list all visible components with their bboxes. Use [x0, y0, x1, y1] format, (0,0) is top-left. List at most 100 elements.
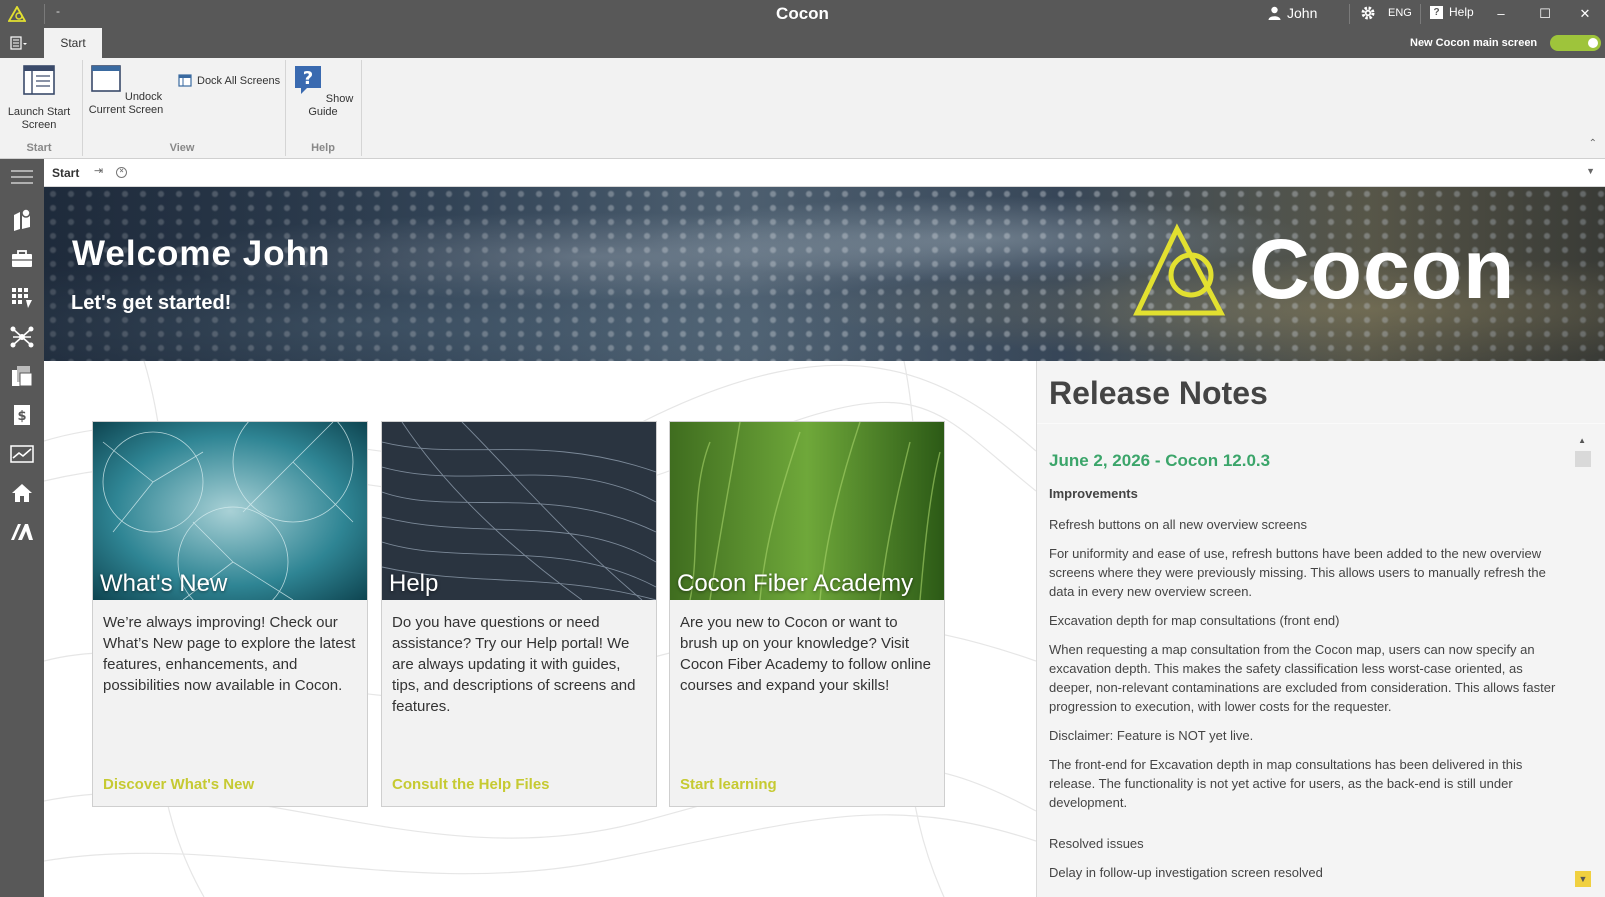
note-disclaimer: Disclaimer: Feature is NOT yet live. — [1049, 728, 1254, 743]
title-separator — [1349, 4, 1350, 24]
dock-all-screens-button[interactable]: Dock All Screens — [178, 74, 280, 87]
welcome-banner: Welcome John Let's get started! Cocon — [44, 187, 1605, 361]
card-description: Do you have questions or need assistance… — [392, 614, 636, 715]
dock-all-screens-label: Dock All Screens — [197, 74, 281, 87]
heading-divider — [1037, 423, 1605, 424]
note-item-title: Refresh buttons on all new overview scre… — [1049, 517, 1307, 532]
finance-icon[interactable]: $ — [10, 403, 34, 427]
whats-new-photo: What's New — [93, 422, 367, 600]
cocon-brand-logo-icon — [1133, 223, 1226, 316]
collapse-ribbon-icon[interactable]: ⌃ — [1589, 138, 1597, 149]
card-help: Help Do you have questions or need assis… — [381, 421, 657, 807]
map-icon[interactable] — [10, 207, 34, 231]
dock-screens-icon — [178, 74, 192, 87]
document-tab-strip: Start ⇥ × ▼ — [44, 159, 1605, 187]
svg-text:?: ? — [302, 68, 312, 89]
scroll-up-icon[interactable]: ▲ — [1578, 436, 1586, 445]
undock-screen-icon — [91, 65, 121, 92]
new-main-screen-label: New Cocon main screen — [1410, 37, 1538, 49]
cocon-apps-icon[interactable] — [10, 520, 34, 544]
launch-start-screen-label: Launch Start Screen — [7, 106, 71, 131]
user-menu[interactable]: John — [1268, 5, 1317, 21]
show-guide-label: Show Guide — [308, 93, 354, 118]
show-guide-button[interactable]: ? Show Guide — [290, 64, 356, 119]
undock-current-screen-button[interactable]: Undock Current Screen — [86, 64, 166, 117]
academy-photo: Cocon Fiber Academy — [670, 422, 944, 600]
ribbon-group-separator — [82, 60, 83, 156]
note-item-text: For uniformity and ease of use, refresh … — [1049, 546, 1546, 599]
close-tab-icon[interactable]: × — [116, 167, 127, 178]
language-selector[interactable]: ENG — [1388, 7, 1412, 19]
note-item-text: The front-end for Excavation depth in ma… — [1049, 757, 1523, 810]
minimize-button[interactable]: – — [1484, 4, 1518, 24]
close-button[interactable]: ✕ — [1568, 4, 1602, 24]
start-content: What's New We’re always improving! Check… — [44, 361, 1036, 897]
title-separator — [44, 4, 45, 24]
improvements-title: Improvements — [1049, 486, 1138, 501]
release-notes-panel: Release Notes June 2, 2026 - Cocon 12.0.… — [1036, 361, 1605, 897]
card-title: Cocon Fiber Academy — [677, 570, 914, 597]
home-icon[interactable] — [10, 481, 34, 505]
pin-icon[interactable]: ⇥ — [94, 164, 103, 177]
network-icon[interactable] — [10, 325, 34, 349]
card-description: We’re always improving! Check our What’s… — [103, 614, 356, 694]
note-item-text: When requesting a map consultation from … — [1049, 642, 1556, 714]
scroll-down-icon[interactable]: ▼ — [1575, 871, 1591, 887]
title-dash: - — [56, 4, 60, 18]
new-main-screen-toggle[interactable] — [1550, 35, 1601, 51]
show-guide-icon: ? — [294, 66, 321, 94]
title-bar: - Cocon John ENG ? Help – ☐ ✕ — [0, 0, 1605, 28]
welcome-heading: Welcome John — [72, 234, 331, 273]
welcome-subtitle: Let's get started! — [71, 292, 232, 314]
note-item-title: Delay in follow-up investigation screen … — [1049, 865, 1323, 880]
hamburger-menu-icon[interactable] — [10, 165, 34, 189]
cocon-logo-icon[interactable] — [8, 6, 26, 22]
help-icon: ? — [1430, 5, 1443, 19]
ribbon: Launch Start Screen Start Undock Current… — [0, 58, 1605, 159]
card-description: Are you new to Cocon or want to brush up… — [680, 614, 931, 694]
doc-tab-start[interactable]: Start — [52, 166, 79, 180]
scrollbar-thumb[interactable] — [1575, 451, 1591, 467]
sidebar: $ — [0, 159, 44, 897]
launch-start-screen-button[interactable]: Launch Start Screen — [4, 64, 74, 132]
user-icon — [1268, 6, 1281, 20]
discover-whats-new-link[interactable]: Discover What's New — [103, 776, 254, 793]
ribbon-group-start: Start — [26, 142, 52, 154]
card-whats-new: What's New We’re always improving! Check… — [92, 421, 368, 807]
documents-icon[interactable] — [10, 364, 34, 388]
note-item-title: Excavation depth for map consultations (… — [1049, 613, 1340, 628]
release-notes-body: June 2, 2026 - Cocon 12.0.3 Improvements… — [1049, 451, 1569, 892]
ribbon-group-view: View — [169, 142, 195, 154]
chart-icon[interactable] — [10, 442, 34, 466]
tab-start[interactable]: Start — [44, 28, 102, 58]
launch-start-screen-icon — [23, 65, 55, 95]
help-menu[interactable]: ? Help — [1430, 5, 1474, 19]
toggle-knob — [1588, 38, 1598, 48]
consult-help-files-link[interactable]: Consult the Help Files — [392, 776, 550, 793]
release-title: June 2, 2026 - Cocon 12.0.3 — [1049, 451, 1271, 470]
help-label: Help — [1449, 5, 1474, 19]
card-title: Help — [389, 570, 439, 597]
undock-current-screen-label: Undock Current Screen — [88, 91, 164, 116]
help-photo: Help — [382, 422, 656, 600]
tab-dropdown-icon[interactable]: ▼ — [1586, 166, 1595, 176]
card-fiber-academy: Cocon Fiber Academy Are you new to Cocon… — [669, 421, 945, 807]
card-title: What's New — [100, 570, 228, 597]
user-name: John — [1287, 5, 1318, 21]
title-separator — [1420, 4, 1421, 24]
maximize-button[interactable]: ☐ — [1528, 4, 1562, 24]
ribbon-group-separator — [285, 60, 286, 156]
start-learning-link[interactable]: Start learning — [680, 776, 777, 793]
ribbon-tab-row: Start New Cocon main screen — [0, 28, 1605, 58]
resolved-title: Resolved issues — [1049, 836, 1144, 851]
app-menu-icon[interactable] — [10, 36, 28, 50]
briefcase-icon[interactable] — [10, 247, 34, 271]
gear-icon[interactable] — [1360, 5, 1376, 21]
ribbon-group-help: Help — [311, 142, 335, 154]
svg-text:$: $ — [17, 409, 26, 424]
brand-name: Cocon — [1249, 222, 1516, 316]
apps-grid-icon[interactable] — [10, 286, 34, 310]
ribbon-group-separator — [361, 60, 362, 156]
release-notes-heading: Release Notes — [1049, 375, 1268, 411]
